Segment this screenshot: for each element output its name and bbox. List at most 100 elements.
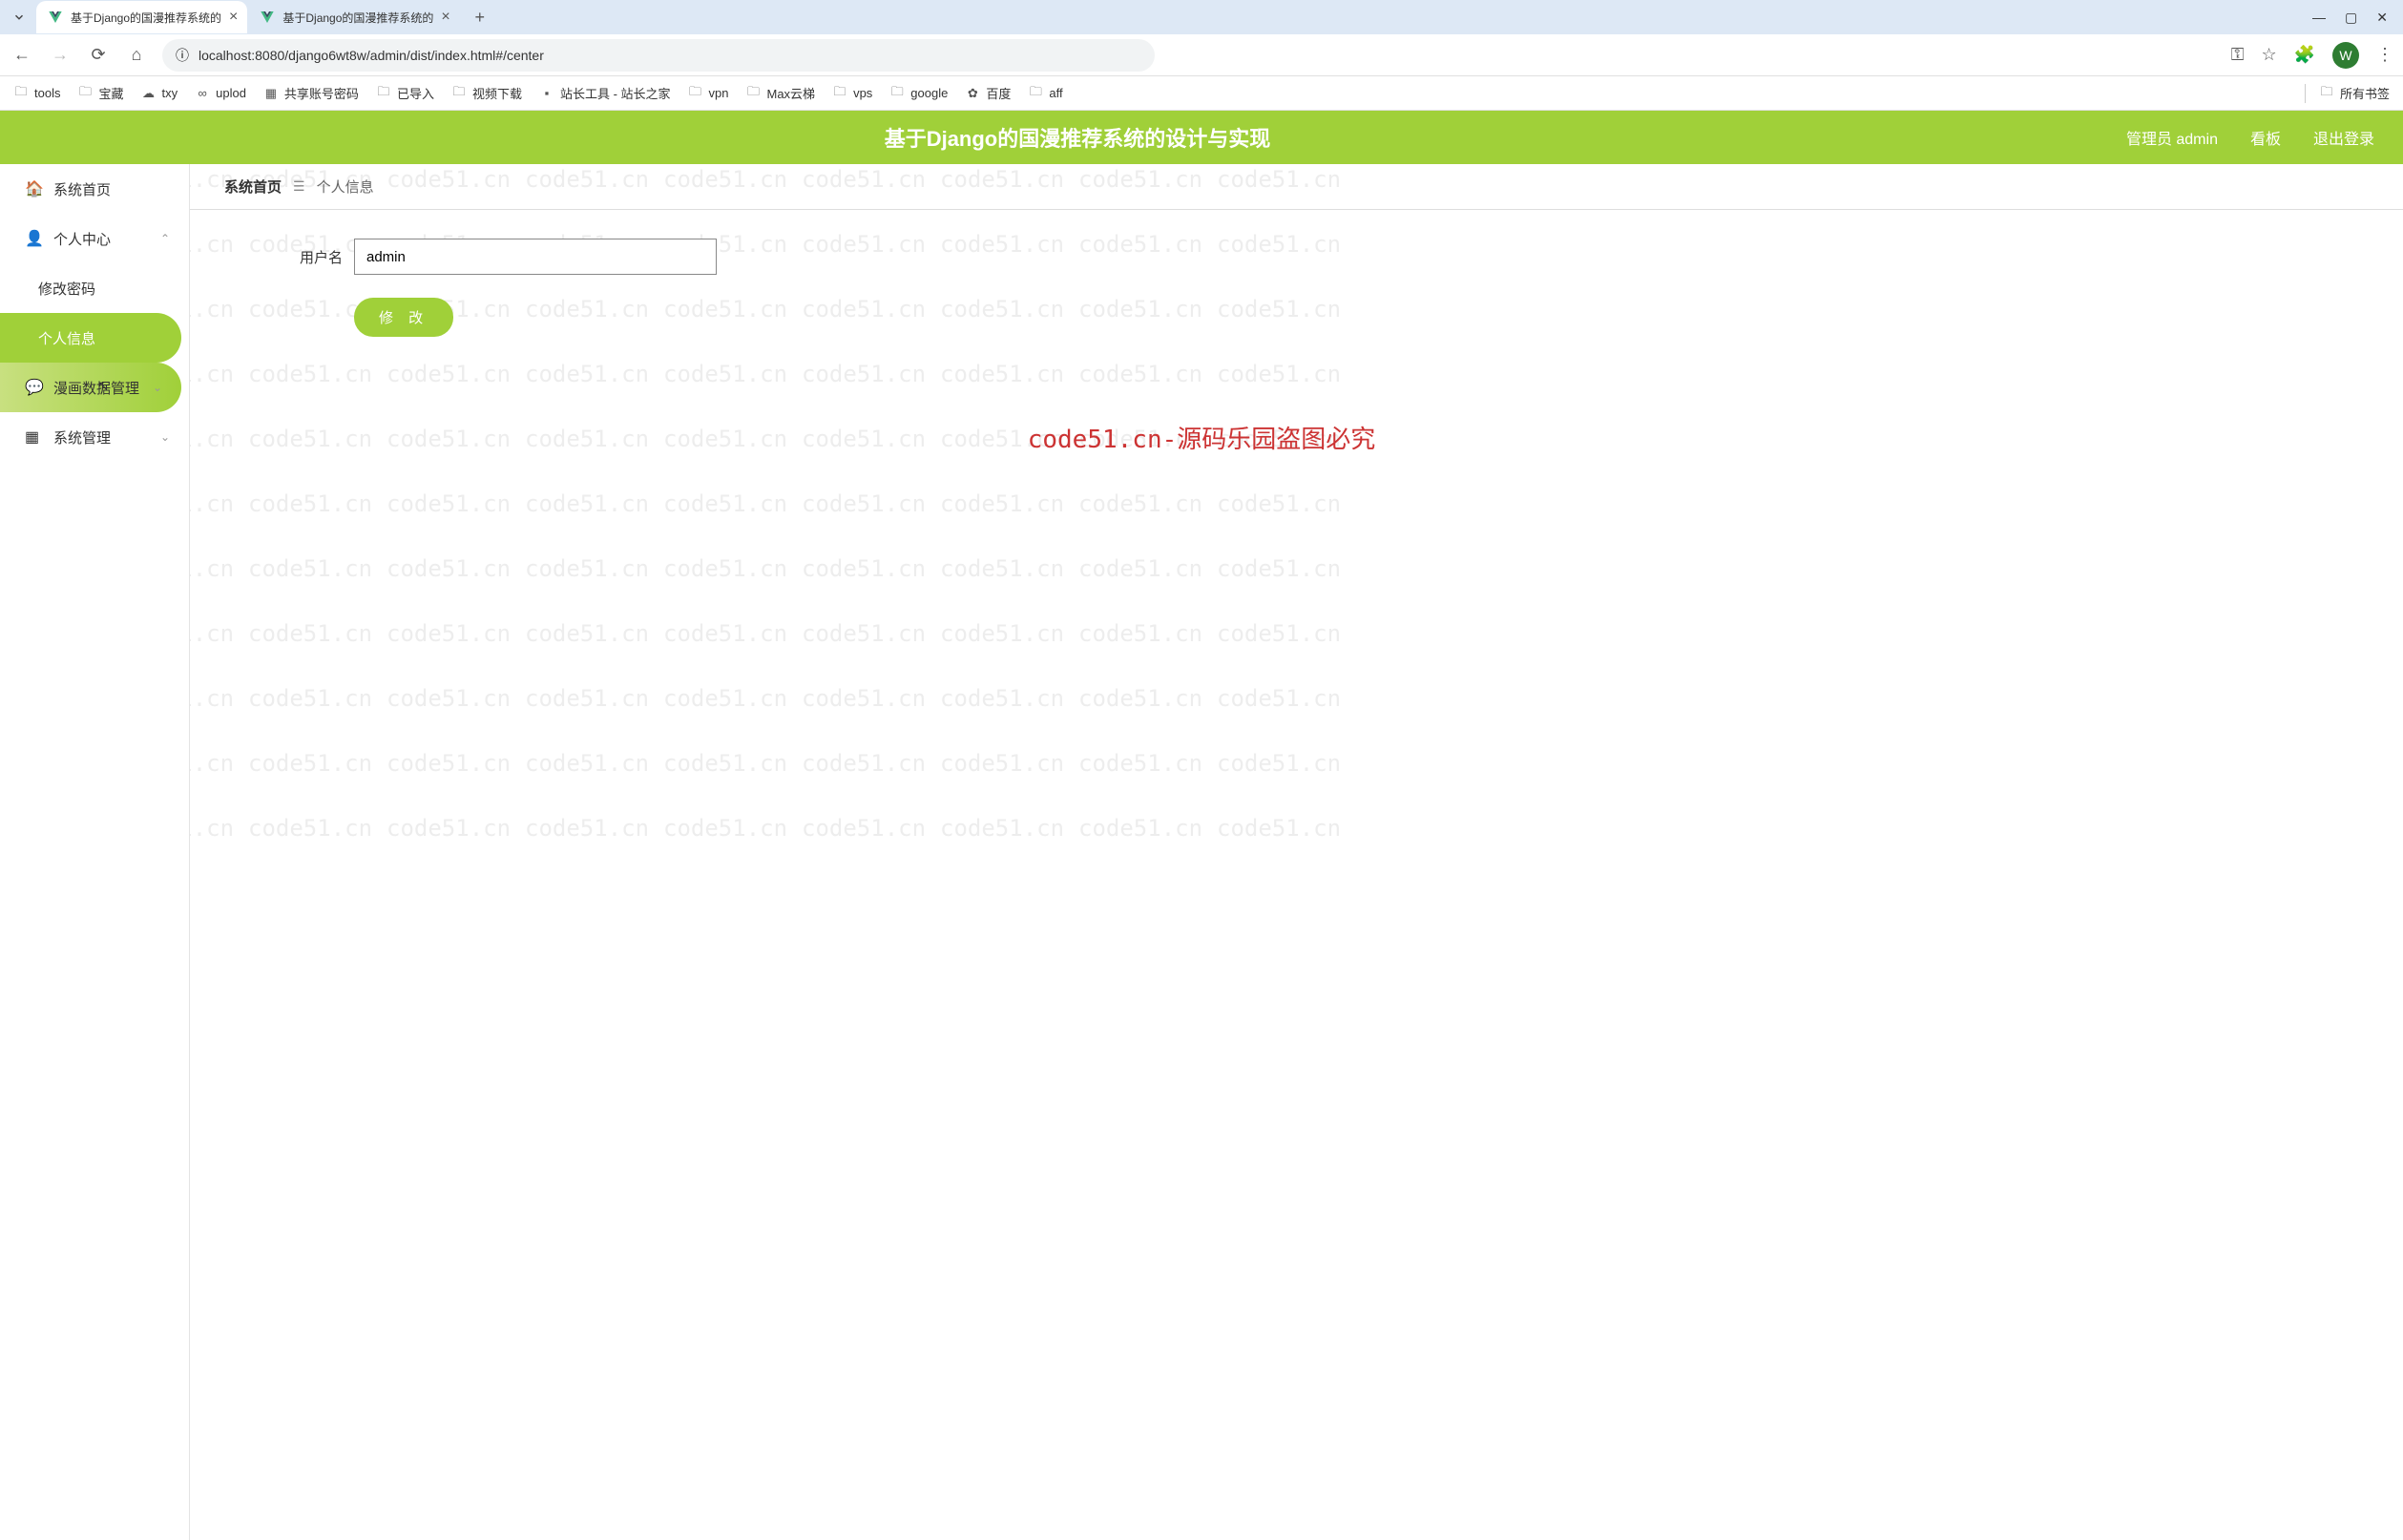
close-window-button[interactable]: ✕ bbox=[2376, 10, 2388, 26]
bookmark-item[interactable]: 🗀 aff bbox=[1028, 86, 1062, 101]
uplod-icon: ∞ bbox=[195, 86, 210, 101]
browser-tab-active[interactable]: 基于Django的国漫推荐系统的 × bbox=[36, 1, 247, 33]
app-title: 基于Django的国漫推荐系统的设计与实现 bbox=[29, 122, 2126, 153]
admin-label[interactable]: 管理员 admin bbox=[2126, 126, 2218, 149]
sidebar-label: 个人信息 bbox=[38, 328, 95, 348]
sidebar-item-personal-info[interactable]: 个人信息 bbox=[0, 313, 181, 363]
reload-button[interactable]: ⟳ bbox=[86, 43, 111, 68]
cloud-icon: ☁ bbox=[140, 86, 156, 101]
sidebar-label: 修改密码 bbox=[38, 279, 95, 299]
main-content: 系统首页 ☰ 个人信息 用户名 修 改 bbox=[190, 164, 2403, 1540]
minimize-button[interactable]: — bbox=[2312, 10, 2326, 26]
dashboard-link[interactable]: 看板 bbox=[2250, 126, 2281, 149]
sidebar-item-personal-center[interactable]: 👤 个人中心 ⌃ bbox=[0, 214, 189, 263]
bookmark-label: tools bbox=[34, 86, 60, 100]
tab-search-dropdown[interactable] bbox=[8, 6, 31, 29]
breadcrumb-home[interactable]: 系统首页 bbox=[224, 177, 282, 197]
tab-title: 基于Django的国漫推荐系统的 bbox=[282, 10, 433, 26]
form-area: 用户名 修 改 bbox=[190, 210, 2403, 365]
bookmark-item[interactable]: 🗀 视频下载 bbox=[451, 84, 522, 102]
address-bar[interactable]: ⓘ localhost:8080/django6wt8w/admin/dist/… bbox=[162, 39, 1155, 72]
bookmark-item[interactable]: 🗀 Max云梯 bbox=[746, 84, 816, 102]
bookmark-label: google bbox=[910, 86, 948, 100]
window-controls: — ▢ ✕ bbox=[2312, 10, 2403, 26]
all-bookmarks-label: 所有书签 bbox=[2340, 84, 2390, 102]
list-icon: ☰ bbox=[293, 178, 305, 195]
app-header: 基于Django的国漫推荐系统的设计与实现 管理员 admin 看板 退出登录 bbox=[0, 111, 2403, 164]
bookmark-label: vpn bbox=[709, 86, 729, 100]
close-icon[interactable]: × bbox=[229, 9, 238, 26]
browser-tab-inactive[interactable]: 基于Django的国漫推荐系统的 × bbox=[248, 1, 459, 33]
all-bookmarks-button[interactable]: 🗀 所有书签 bbox=[2319, 84, 2390, 102]
home-button[interactable]: ⌂ bbox=[124, 43, 149, 68]
vue-icon bbox=[260, 10, 275, 25]
sidebar-item-system-mgmt[interactable]: ▦ 系统管理 ⌄ bbox=[0, 412, 189, 462]
url-text: localhost:8080/django6wt8w/admin/dist/in… bbox=[199, 48, 544, 63]
extensions-icon[interactable]: 🧩 bbox=[2294, 45, 2315, 65]
bookmark-label: 已导入 bbox=[397, 84, 434, 102]
sidebar: 🏠 系统首页 👤 个人中心 ⌃ 修改密码 个人信息 💬 漫画数据管理 ⌄ ↖ ▦… bbox=[0, 164, 190, 1540]
bookmark-item[interactable]: 🗀 宝藏 bbox=[77, 84, 123, 102]
new-tab-button[interactable]: + bbox=[467, 4, 493, 31]
bookmark-item[interactable]: 🗀google bbox=[889, 86, 948, 101]
bookmark-item[interactable]: 🗀 tools bbox=[13, 86, 60, 101]
sidebar-item-change-password[interactable]: 修改密码 bbox=[0, 263, 189, 313]
logout-link[interactable]: 退出登录 bbox=[2313, 126, 2374, 149]
grid-icon: ▦ bbox=[25, 427, 42, 447]
folder-icon: 🗀 bbox=[1028, 86, 1043, 101]
bookmark-label: 共享账号密码 bbox=[284, 84, 359, 102]
bookmark-label: 百度 bbox=[986, 84, 1011, 102]
tab-title: 基于Django的国漫推荐系统的 bbox=[71, 10, 221, 26]
site-icon: ▪ bbox=[539, 86, 554, 101]
bookmark-item[interactable]: ▦ 共享账号密码 bbox=[263, 84, 359, 102]
bookmark-label: Max云梯 bbox=[767, 84, 816, 102]
username-input[interactable] bbox=[354, 239, 717, 275]
sidebar-item-home[interactable]: 🏠 系统首页 bbox=[0, 164, 189, 214]
bookmark-item[interactable]: ✿百度 bbox=[965, 84, 1011, 102]
chat-icon: 💬 bbox=[25, 378, 42, 397]
profile-avatar[interactable]: W bbox=[2332, 42, 2359, 69]
home-icon: 🏠 bbox=[25, 179, 42, 198]
folder-icon: 🗀 bbox=[832, 86, 847, 101]
sidebar-label: 系统首页 bbox=[53, 179, 111, 199]
forward-button[interactable]: → bbox=[48, 43, 73, 68]
folder-icon: 🗀 bbox=[451, 86, 467, 101]
maximize-button[interactable]: ▢ bbox=[2345, 10, 2357, 26]
bookmark-item[interactable]: ▪ 站长工具 - 站长之家 bbox=[539, 84, 671, 102]
bookmark-item[interactable]: ☁txy bbox=[140, 86, 178, 101]
sidebar-label: 漫画数据管理 bbox=[53, 378, 139, 398]
bookmark-item[interactable]: ∞ uplod bbox=[195, 86, 246, 101]
bookmark-star-icon[interactable]: ☆ bbox=[2261, 45, 2276, 65]
folder-icon: 🗀 bbox=[376, 86, 391, 101]
sidebar-item-comic-data[interactable]: 💬 漫画数据管理 ⌄ ↖ bbox=[0, 363, 181, 412]
menu-icon[interactable]: ⋮ bbox=[2376, 45, 2393, 65]
bookmark-label: uplod bbox=[216, 86, 246, 100]
divider bbox=[2305, 84, 2306, 103]
bookmark-item[interactable]: 🗀 已导入 bbox=[376, 84, 434, 102]
folder-icon: 🗀 bbox=[746, 86, 762, 101]
bookmark-label: aff bbox=[1049, 86, 1062, 100]
bookmark-item[interactable]: 🗀 vpn bbox=[688, 86, 729, 101]
tab-bar: 基于Django的国漫推荐系统的 × 基于Django的国漫推荐系统的 × + … bbox=[0, 0, 2403, 34]
password-icon[interactable]: ⚿ bbox=[2231, 45, 2245, 65]
close-icon[interactable]: × bbox=[441, 9, 449, 26]
chevron-down-icon: ⌄ bbox=[160, 430, 170, 444]
submit-button[interactable]: 修 改 bbox=[354, 298, 453, 337]
bookmark-label: 视频下载 bbox=[472, 84, 522, 102]
back-button[interactable]: ← bbox=[10, 43, 34, 68]
vue-icon bbox=[48, 10, 63, 25]
bookmark-label: 站长工具 - 站长之家 bbox=[560, 84, 671, 102]
folder-icon: 🗀 bbox=[77, 86, 93, 101]
chevron-up-icon: ⌃ bbox=[160, 232, 170, 245]
site-info-icon[interactable]: ⓘ bbox=[176, 46, 189, 65]
folder-icon: 🗀 bbox=[688, 86, 703, 101]
folder-icon: 🗀 bbox=[13, 86, 29, 101]
sidebar-label: 系统管理 bbox=[53, 427, 111, 447]
bookmark-label: vps bbox=[853, 86, 872, 100]
bookmark-item[interactable]: 🗀 vps bbox=[832, 86, 872, 101]
nav-bar: ← → ⟳ ⌂ ⓘ localhost:8080/django6wt8w/adm… bbox=[0, 34, 2403, 76]
sheet-icon: ▦ bbox=[263, 86, 279, 101]
chevron-down-icon: ⌄ bbox=[153, 381, 162, 394]
form-row-username: 用户名 bbox=[285, 239, 2308, 275]
bookmark-label: 宝藏 bbox=[98, 84, 123, 102]
